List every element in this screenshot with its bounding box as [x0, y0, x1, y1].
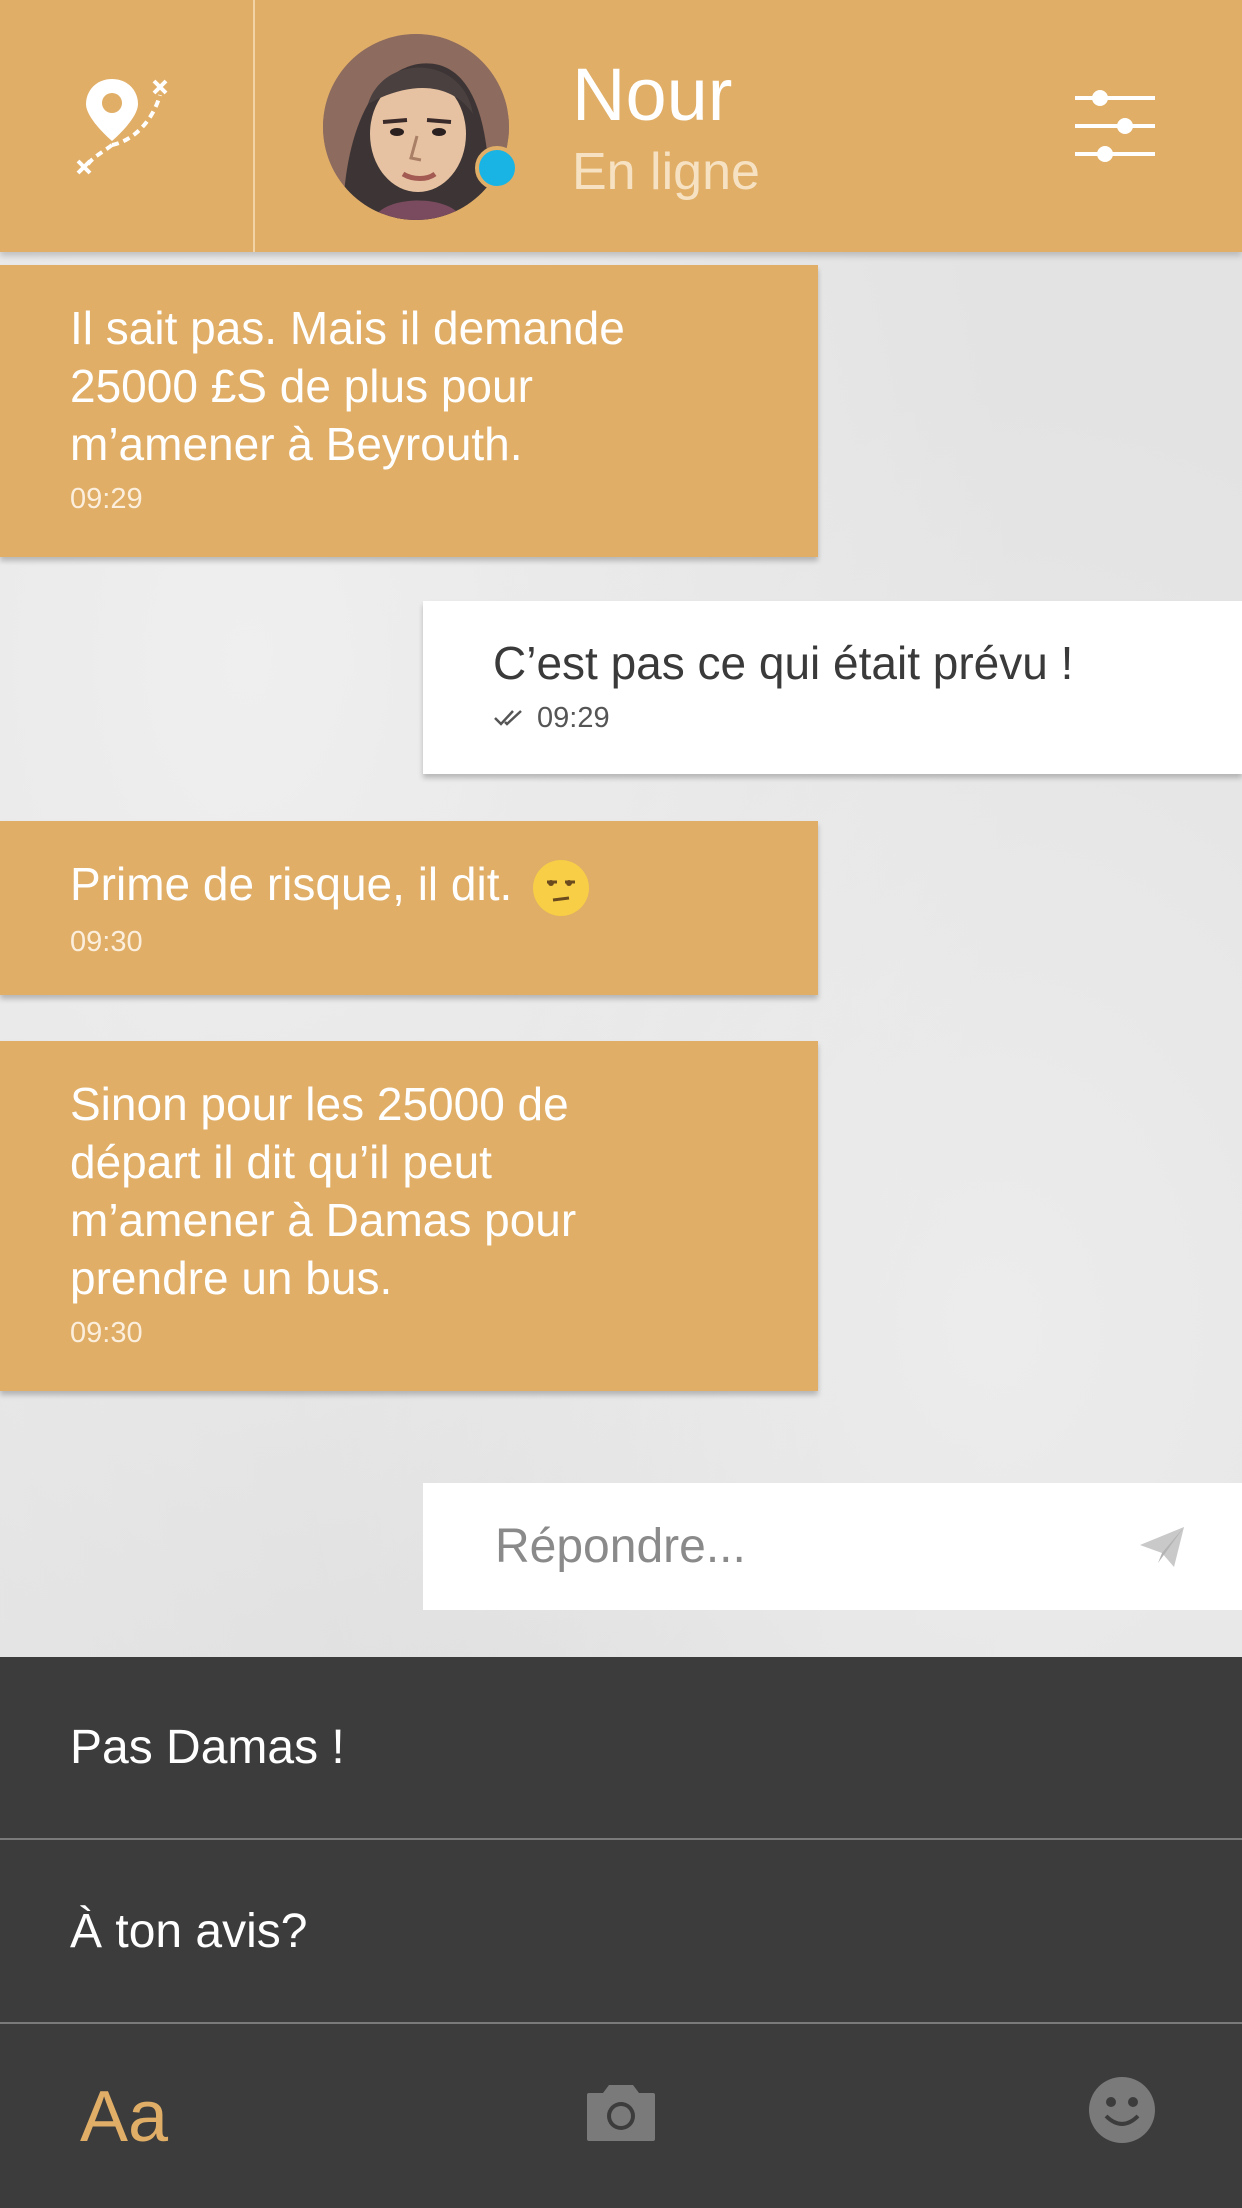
map-route-icon [76, 79, 167, 175]
double-check-icon [494, 710, 522, 726]
message-text-row: Prime de risque, il dit. [70, 855, 748, 916]
chat-header: Nour En ligne [0, 0, 1242, 252]
reply-choices-panel: Pas Damas ! À ton avis? Aa [0, 1657, 1242, 2208]
sliders-icon [1075, 90, 1155, 162]
send-button[interactable] [1136, 1521, 1190, 1575]
message-text: Il sait pas. Mais il demande 25000 £S de… [70, 302, 625, 470]
paper-plane-icon [1140, 1527, 1184, 1567]
message-time: 09:29 [537, 702, 610, 734]
camera-button[interactable] [585, 2081, 657, 2143]
choice-option[interactable]: À ton avis? [0, 1841, 1242, 2024]
message-text: Sinon pour les 25000 de départ il dit qu… [70, 1078, 577, 1304]
message-time: 09:30 [70, 925, 143, 958]
bottom-toolbar: Aa [0, 2026, 1242, 2208]
reply-input[interactable] [493, 1518, 1097, 1575]
message-bubble-incoming: Sinon pour les 25000 de départ il dit qu… [0, 1041, 818, 1391]
message-bubble-outgoing: C’est pas ce qui était prévu ! 09:29 [423, 601, 1242, 774]
avatar [323, 34, 509, 220]
emoji-button[interactable] [1088, 2076, 1156, 2144]
message-bubble-incoming: Prime de risque, il dit. 09:30 [0, 821, 818, 995]
contact-avatar-wrap[interactable] [323, 34, 519, 220]
message-time: 09:30 [70, 1317, 143, 1349]
text-choices-button[interactable]: Aa [80, 2076, 168, 2158]
unamused-face-emoji [533, 859, 590, 916]
map-button[interactable] [0, 0, 255, 252]
message-meta: 09:29 [493, 700, 1172, 736]
portrait-illustration [323, 34, 509, 220]
message-bubble-incoming: Il sait pas. Mais il demande 25000 £S de… [0, 265, 818, 557]
message-time: 09:29 [70, 483, 143, 515]
contact-name: Nour [572, 53, 733, 136]
message-text: C’est pas ce qui était prévu ! [493, 637, 1074, 689]
smiley-icon [1089, 2077, 1155, 2143]
settings-button[interactable] [1070, 86, 1160, 166]
camera-icon [587, 2085, 655, 2141]
choice-option[interactable]: Pas Damas ! [0, 1657, 1242, 1840]
online-status-dot [475, 146, 519, 190]
message-text: Prime de risque, il dit. [70, 858, 513, 910]
reply-box[interactable] [423, 1483, 1242, 1610]
contact-status: En ligne [572, 143, 760, 201]
